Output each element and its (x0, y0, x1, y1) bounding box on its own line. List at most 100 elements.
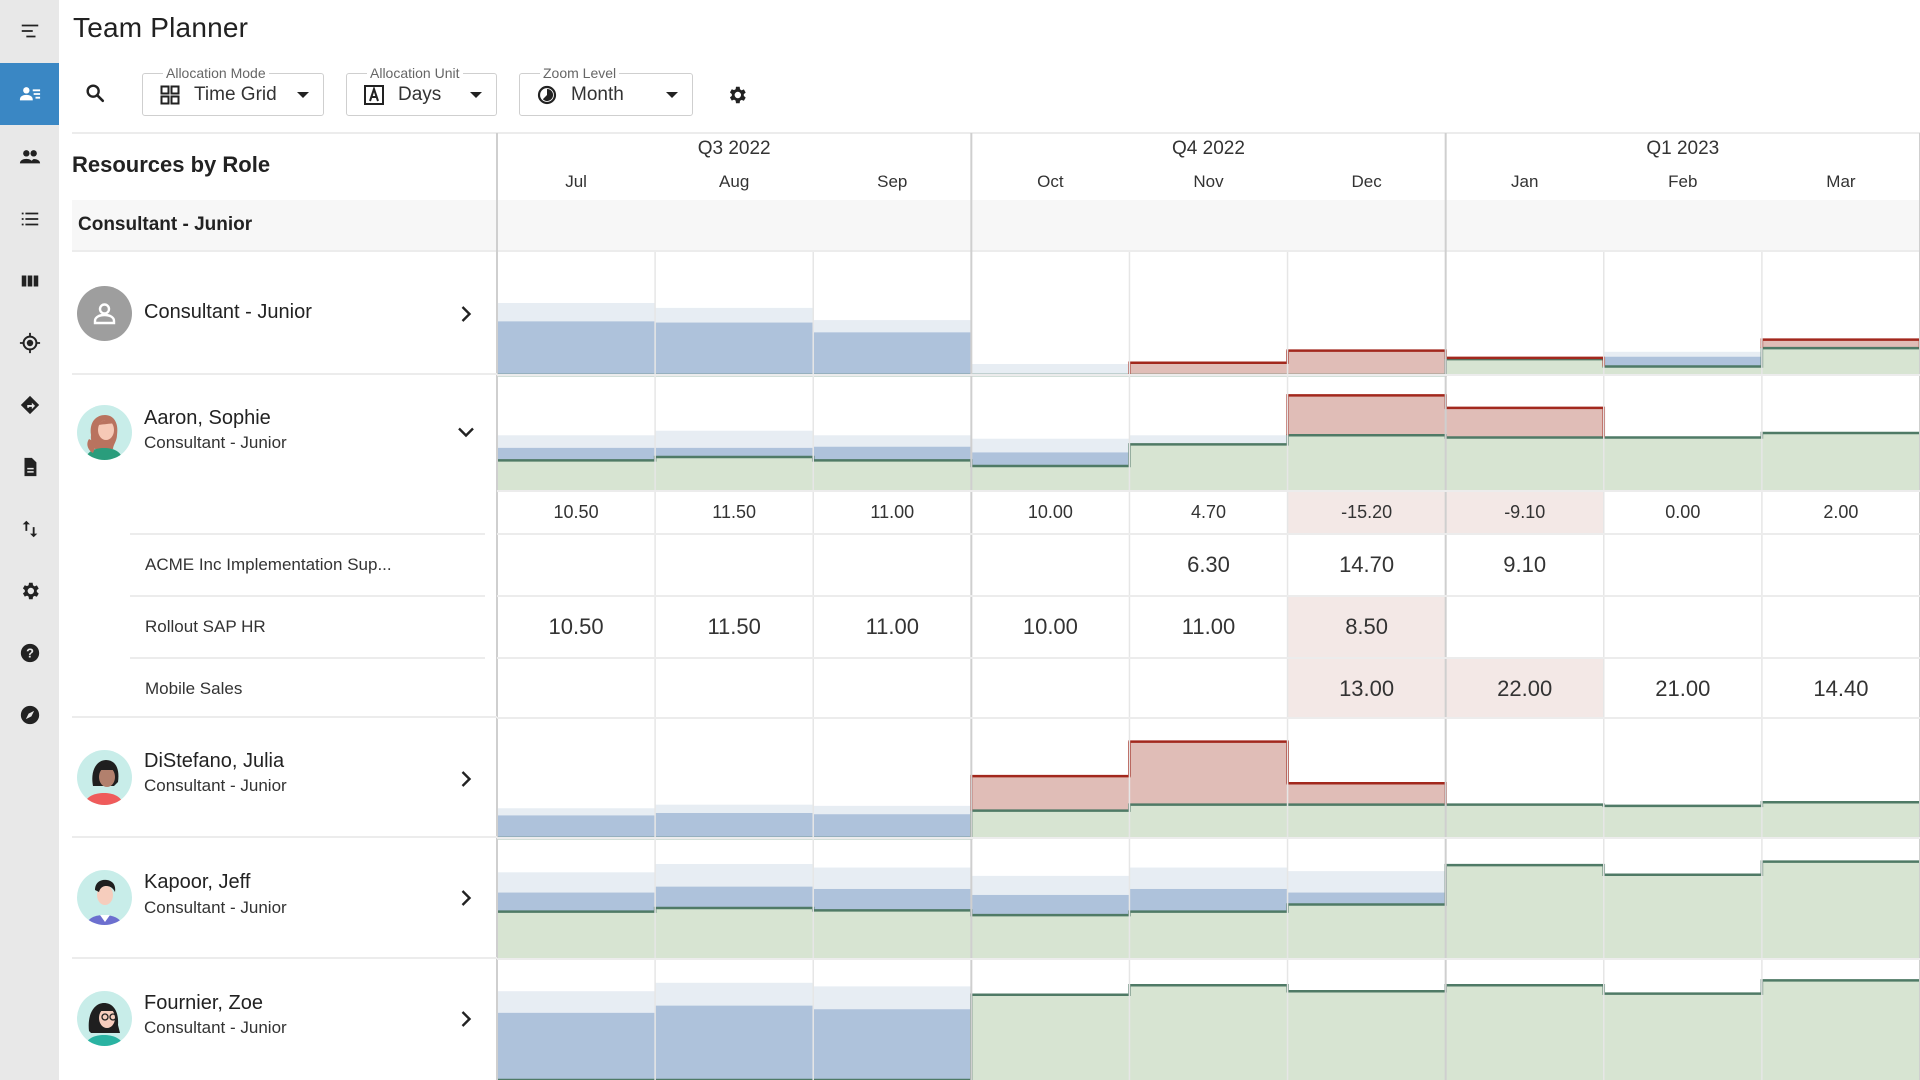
available-area (1129, 804, 1288, 838)
allocation-cell[interactable]: 8.50 (1288, 597, 1446, 657)
assigned-bar (813, 814, 972, 838)
total-cell[interactable]: 4.70 (1129, 491, 1287, 533)
total-cell[interactable]: 11.00 (813, 491, 971, 533)
overallocation-bar (1445, 407, 1604, 438)
assigned-bar (813, 446, 972, 461)
available-area (1761, 433, 1920, 490)
assigned-bar (813, 1009, 972, 1080)
resource-name: Aaron, Sophie (144, 407, 271, 429)
allocation-cell[interactable] (813, 659, 971, 718)
allocation-cell[interactable]: 14.70 (1288, 535, 1446, 595)
resource-row-aaron-sophie[interactable]: Aaron, Sophie Consultant - Junior (72, 375, 497, 491)
resource-row-kapoor-jeff[interactable]: Kapoor, Jeff Consultant - Junior (72, 838, 497, 959)
allocation-cell[interactable]: 13.00 (1288, 659, 1446, 718)
chevron-right-icon[interactable] (454, 1007, 478, 1031)
total-cell[interactable]: -15.20 (1288, 491, 1446, 533)
assigned-bar (655, 322, 814, 375)
allocation-cell[interactable] (971, 535, 1129, 595)
allocation-cell[interactable]: 21.00 (1604, 659, 1762, 718)
person-icon (93, 303, 116, 325)
allocation-cell[interactable]: 11.00 (1129, 597, 1287, 657)
allocation-cell[interactable] (1604, 597, 1762, 657)
tentative-bar (971, 438, 1130, 453)
allocation-cell[interactable] (1129, 659, 1287, 718)
tentative-bar (1603, 351, 1762, 357)
total-cell[interactable]: 10.50 (497, 491, 655, 533)
available-area (1445, 865, 1604, 958)
available-area (971, 915, 1130, 958)
available-area (1603, 366, 1762, 375)
allocation-cell[interactable]: 10.50 (497, 597, 655, 657)
overallocation-bar (1287, 395, 1446, 436)
tentative-bar (1287, 871, 1446, 893)
assigned-bar (1129, 888, 1288, 912)
avatar (77, 870, 132, 925)
tentative-bar (655, 307, 814, 323)
allocation-cell[interactable]: 11.00 (813, 597, 971, 657)
chevron-right-icon[interactable] (454, 302, 478, 326)
assigned-bar (655, 447, 814, 457)
project-row-mobile-sales[interactable]: Mobile Sales (130, 657, 485, 718)
assigned-bar (971, 894, 1130, 916)
allocation-cell[interactable] (1446, 597, 1604, 657)
available-area (1129, 444, 1288, 490)
chevron-right-icon[interactable] (454, 767, 478, 791)
assigned-bar (655, 1005, 814, 1080)
chevron-right-icon[interactable] (454, 886, 478, 910)
resource-row-fournier-zoe[interactable]: Fournier, Zoe Consultant - Junior (72, 959, 497, 1080)
available-area (1603, 437, 1762, 490)
allocation-cell[interactable] (971, 659, 1129, 718)
total-cell[interactable]: -9.10 (1446, 491, 1604, 533)
tentative-bar (813, 986, 972, 1010)
total-cell[interactable]: 2.00 (1762, 491, 1920, 533)
resource-role: Consultant - Junior (144, 433, 287, 452)
project-name: Mobile Sales (145, 679, 243, 698)
assigned-bar (813, 888, 972, 911)
available-area (1761, 802, 1920, 838)
tentative-bar (497, 435, 656, 448)
allocation-cell[interactable] (497, 659, 655, 718)
allocation-cell[interactable] (655, 535, 813, 595)
total-cell[interactable]: 11.50 (655, 491, 813, 533)
allocation-cell[interactable] (1762, 597, 1920, 657)
avatar-man-black-hair-icon (86, 879, 123, 925)
chevron-down-icon[interactable] (454, 420, 478, 444)
resource-row-distefano-julia[interactable]: DiStefano, Julia Consultant - Junior (72, 718, 497, 838)
available-area (1287, 435, 1446, 490)
allocation-cell[interactable] (497, 535, 655, 595)
tentative-bar (497, 872, 656, 893)
allocation-cell[interactable]: 22.00 (1446, 659, 1604, 718)
tentative-bar (1129, 435, 1288, 445)
available-area (1287, 991, 1446, 1080)
allocation-cell[interactable] (1604, 535, 1762, 595)
allocation-cell[interactable] (813, 535, 971, 595)
overallocation-bar (1129, 362, 1288, 375)
tentative-bar (813, 805, 972, 815)
project-row-rollout-sap-hr[interactable]: Rollout SAP HR (130, 595, 485, 658)
allocation-cell[interactable]: 14.40 (1762, 659, 1920, 718)
available-area (813, 460, 972, 490)
allocation-cell[interactable] (1762, 535, 1920, 595)
allocation-cell[interactable]: 11.50 (655, 597, 813, 657)
resource-name: Consultant - Junior (144, 301, 312, 323)
resource-name: DiStefano, Julia (144, 750, 285, 772)
resource-role: Consultant - Junior (144, 898, 287, 917)
allocation-cell[interactable]: 6.30 (1129, 535, 1287, 595)
resource-row-role[interactable]: Consultant - Junior (72, 252, 497, 375)
project-row-acme[interactable]: ACME Inc Implementation Sup... (130, 533, 485, 595)
tentative-bar (655, 430, 814, 448)
available-area (1761, 348, 1920, 375)
tentative-bar (813, 435, 972, 447)
tentative-bar (655, 863, 814, 887)
available-area (1445, 437, 1604, 490)
allocation-cell[interactable]: 9.10 (1446, 535, 1604, 595)
total-cell[interactable]: 10.00 (971, 491, 1129, 533)
allocation-cell[interactable]: 10.00 (971, 597, 1129, 657)
overallocation-bar (1287, 783, 1446, 805)
available-area (813, 910, 972, 958)
avatar-woman-glasses-icon (85, 1003, 124, 1046)
tentative-bar (497, 303, 656, 322)
project-name: ACME Inc Implementation Sup... (145, 555, 392, 574)
allocation-cell[interactable] (655, 659, 813, 718)
total-cell[interactable]: 0.00 (1604, 491, 1762, 533)
